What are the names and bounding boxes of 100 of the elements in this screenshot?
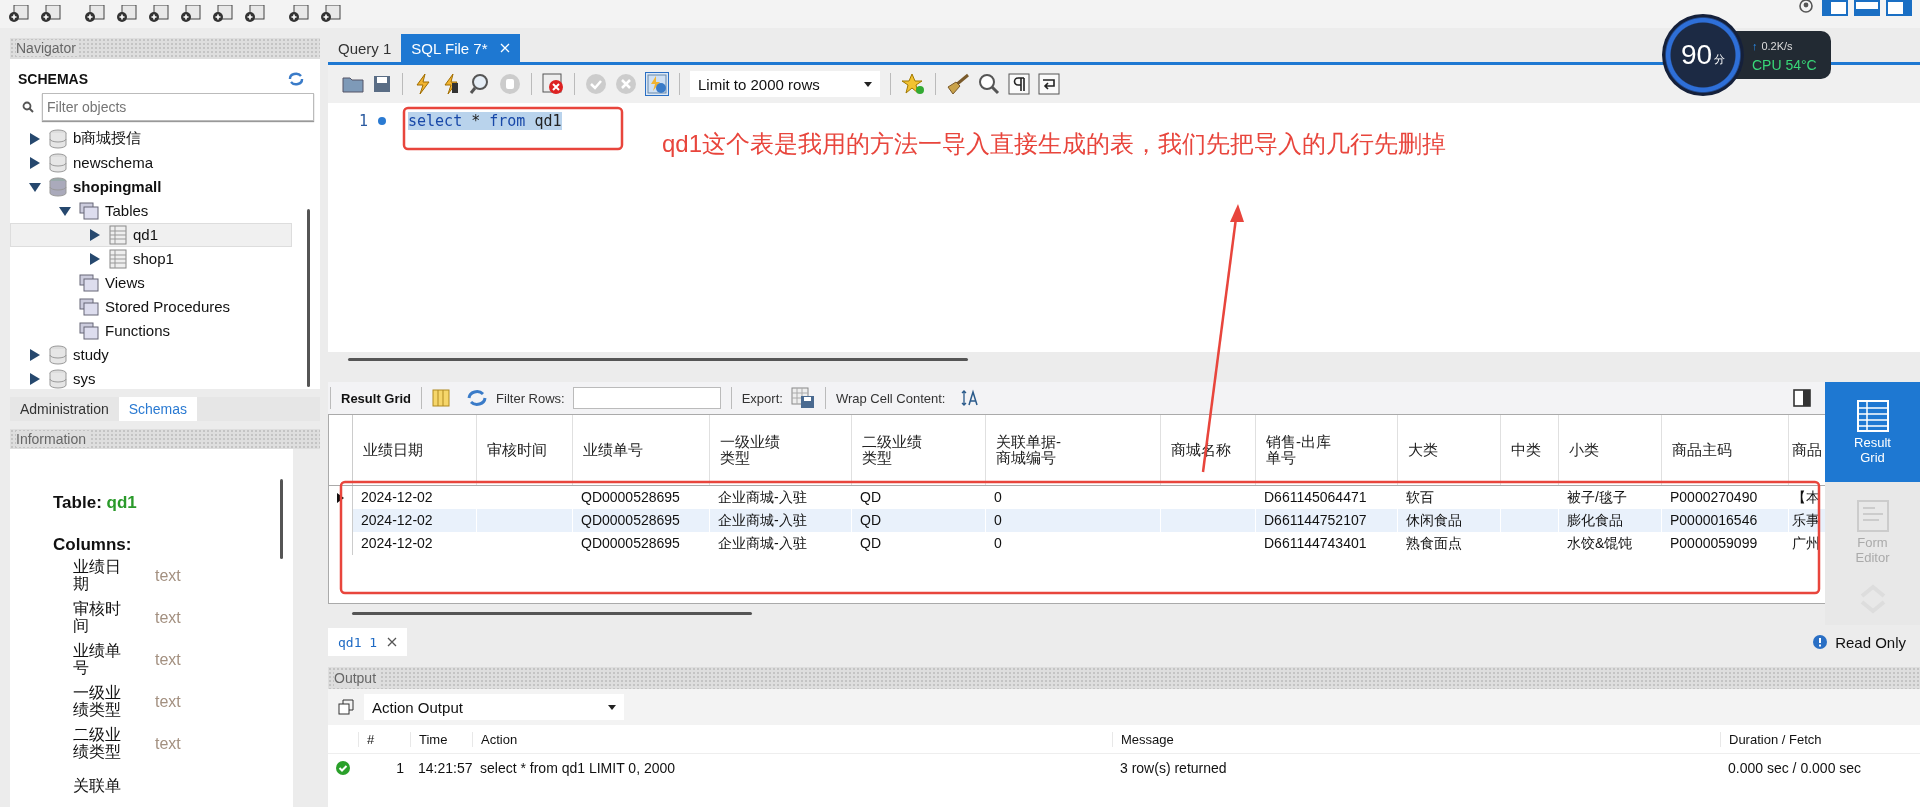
tree-item[interactable]: Views xyxy=(10,270,292,295)
tree-item[interactable]: shopingmall xyxy=(10,174,292,199)
table-cell-text: 广州 xyxy=(1791,534,1821,553)
grid-icon xyxy=(1855,399,1890,433)
column-header[interactable]: 关联单据-商城编号 xyxy=(986,415,1161,485)
export-icon[interactable] xyxy=(790,387,815,409)
refresh-icon[interactable] xyxy=(288,71,304,86)
column-type: text xyxy=(155,609,181,627)
editor-tab[interactable]: Query 1 xyxy=(328,34,402,62)
column-header[interactable]: 业绩日期 xyxy=(353,415,477,485)
statement-dot xyxy=(378,117,386,125)
table-cell: 熟食面点 xyxy=(1398,532,1501,555)
expander-icon[interactable] xyxy=(29,156,41,169)
table-cell: 膨化食品 xyxy=(1559,509,1662,532)
close-icon[interactable] xyxy=(387,637,398,647)
table-cell: QD xyxy=(852,532,986,555)
filter-field[interactable] xyxy=(572,387,721,409)
sidebar-layout-icon[interactable] xyxy=(1822,0,1848,16)
broom-icon[interactable] xyxy=(946,73,970,95)
magnifier-icon[interactable] xyxy=(469,73,491,95)
tree-item[interactable]: Functions xyxy=(10,318,292,343)
column-header[interactable]: 大类 xyxy=(1398,415,1501,485)
tree-item[interactable]: shop1 xyxy=(10,246,292,271)
refresh-icon[interactable] xyxy=(466,389,489,407)
column-header[interactable]: Time xyxy=(410,731,472,747)
expander-icon[interactable] xyxy=(89,228,101,241)
column-header[interactable]: Message xyxy=(1112,731,1720,747)
table-icon xyxy=(109,224,127,245)
column-header[interactable]: 一级业绩类型 xyxy=(710,415,852,485)
new-document-icon[interactable] xyxy=(8,5,30,23)
side-panel-icon[interactable] xyxy=(1793,389,1811,407)
check-icon[interactable] xyxy=(585,73,607,95)
output-type-dropdown[interactable]: Action Output xyxy=(364,694,624,720)
panel-tab[interactable]: Schemas xyxy=(118,396,198,421)
column-type: text xyxy=(155,693,181,711)
column-header[interactable]: 审核时间 xyxy=(477,415,573,485)
paragraph-icon[interactable] xyxy=(1008,73,1030,95)
expander-icon[interactable] xyxy=(29,372,41,385)
table-cell: QD0000528695 xyxy=(573,532,710,555)
search-icon xyxy=(22,100,34,113)
wrap-label: Wrap Cell Content: xyxy=(835,390,946,406)
result-tab[interactable]: qd1 1 xyxy=(328,628,408,656)
upload-arrow: ↑ xyxy=(1752,40,1758,52)
tree-item[interactable]: newschema xyxy=(10,150,292,175)
table-cell-text: 1 xyxy=(395,760,405,776)
star-add-icon[interactable] xyxy=(901,73,925,95)
lightning-icon[interactable] xyxy=(413,73,433,95)
column-header[interactable]: Action xyxy=(472,731,1112,747)
limit-dropdown[interactable]: Limit to 2000 rows xyxy=(690,71,880,97)
column-name: 业绩日期 xyxy=(73,559,121,593)
column-type: text xyxy=(155,735,181,753)
column-header[interactable]: 业绩单号 xyxy=(573,415,710,485)
user-icon[interactable] xyxy=(1796,0,1816,16)
column-header[interactable]: 商品主码 xyxy=(1662,415,1789,485)
column-header[interactable]: 销售-出库单号 xyxy=(1256,415,1398,485)
column-name: 关联单 xyxy=(73,777,121,795)
database-icon xyxy=(49,344,67,365)
tree-item[interactable]: Tables xyxy=(10,198,292,223)
tree-item[interactable]: sys xyxy=(10,366,292,391)
autocommit-button[interactable] xyxy=(645,72,669,96)
tree-item[interactable]: b商城授信 xyxy=(10,126,292,151)
column-type: text xyxy=(155,651,181,669)
toggle-icon[interactable] xyxy=(542,73,564,95)
expander-icon[interactable] xyxy=(29,132,41,145)
column-header[interactable]: # xyxy=(358,731,410,747)
table-cell: 企业商城-入驻 xyxy=(710,509,852,532)
copy-icon[interactable] xyxy=(338,699,354,715)
folder-icon[interactable] xyxy=(342,75,364,93)
table-cell: 水饺&馄饨 xyxy=(1559,532,1662,555)
editor-tab[interactable]: SQL File 7* xyxy=(401,34,520,62)
view-button[interactable]: Result Grid xyxy=(1825,382,1920,482)
result-grid-label: Result Grid xyxy=(341,390,412,406)
column-header[interactable]: 中类 xyxy=(1501,415,1559,485)
column-name: 二级业绩类型 xyxy=(73,727,121,761)
tree-item[interactable]: Stored Procedures xyxy=(10,294,292,319)
column-type: text xyxy=(155,567,181,585)
tree-item[interactable]: qd1 xyxy=(10,222,292,247)
column-header[interactable]: 小类 xyxy=(1559,415,1662,485)
wrap-icon[interactable] xyxy=(1038,73,1060,95)
panel-layout-icon[interactable] xyxy=(1854,0,1880,16)
search-icon[interactable] xyxy=(978,73,1000,95)
table-cell: D661144752107 xyxy=(1256,509,1398,532)
column-header[interactable]: 商品 xyxy=(1789,415,1823,485)
folder-icon xyxy=(79,201,99,220)
filter-field[interactable]: Filter objects xyxy=(42,92,314,121)
save-icon[interactable] xyxy=(372,75,392,93)
column-header[interactable]: 二级业绩类型 xyxy=(852,415,986,485)
folder-icon xyxy=(79,297,99,316)
column-name: 业绩单号 xyxy=(73,643,121,677)
column-header[interactable]: Duration / Fetch xyxy=(1720,731,1920,747)
table-cell: P0000059099 xyxy=(1662,532,1789,555)
expander-icon[interactable] xyxy=(89,252,101,265)
wrap-text-icon[interactable] xyxy=(961,389,980,407)
sidebar-layout-icon[interactable] xyxy=(1886,0,1912,16)
expander-icon[interactable] xyxy=(29,348,41,361)
tree-item[interactable]: study xyxy=(10,342,292,367)
expander-icon[interactable] xyxy=(59,204,71,217)
lightning-cursor-icon[interactable] xyxy=(441,73,461,95)
expander-icon[interactable] xyxy=(29,180,41,193)
table-cell: QD xyxy=(852,509,986,532)
